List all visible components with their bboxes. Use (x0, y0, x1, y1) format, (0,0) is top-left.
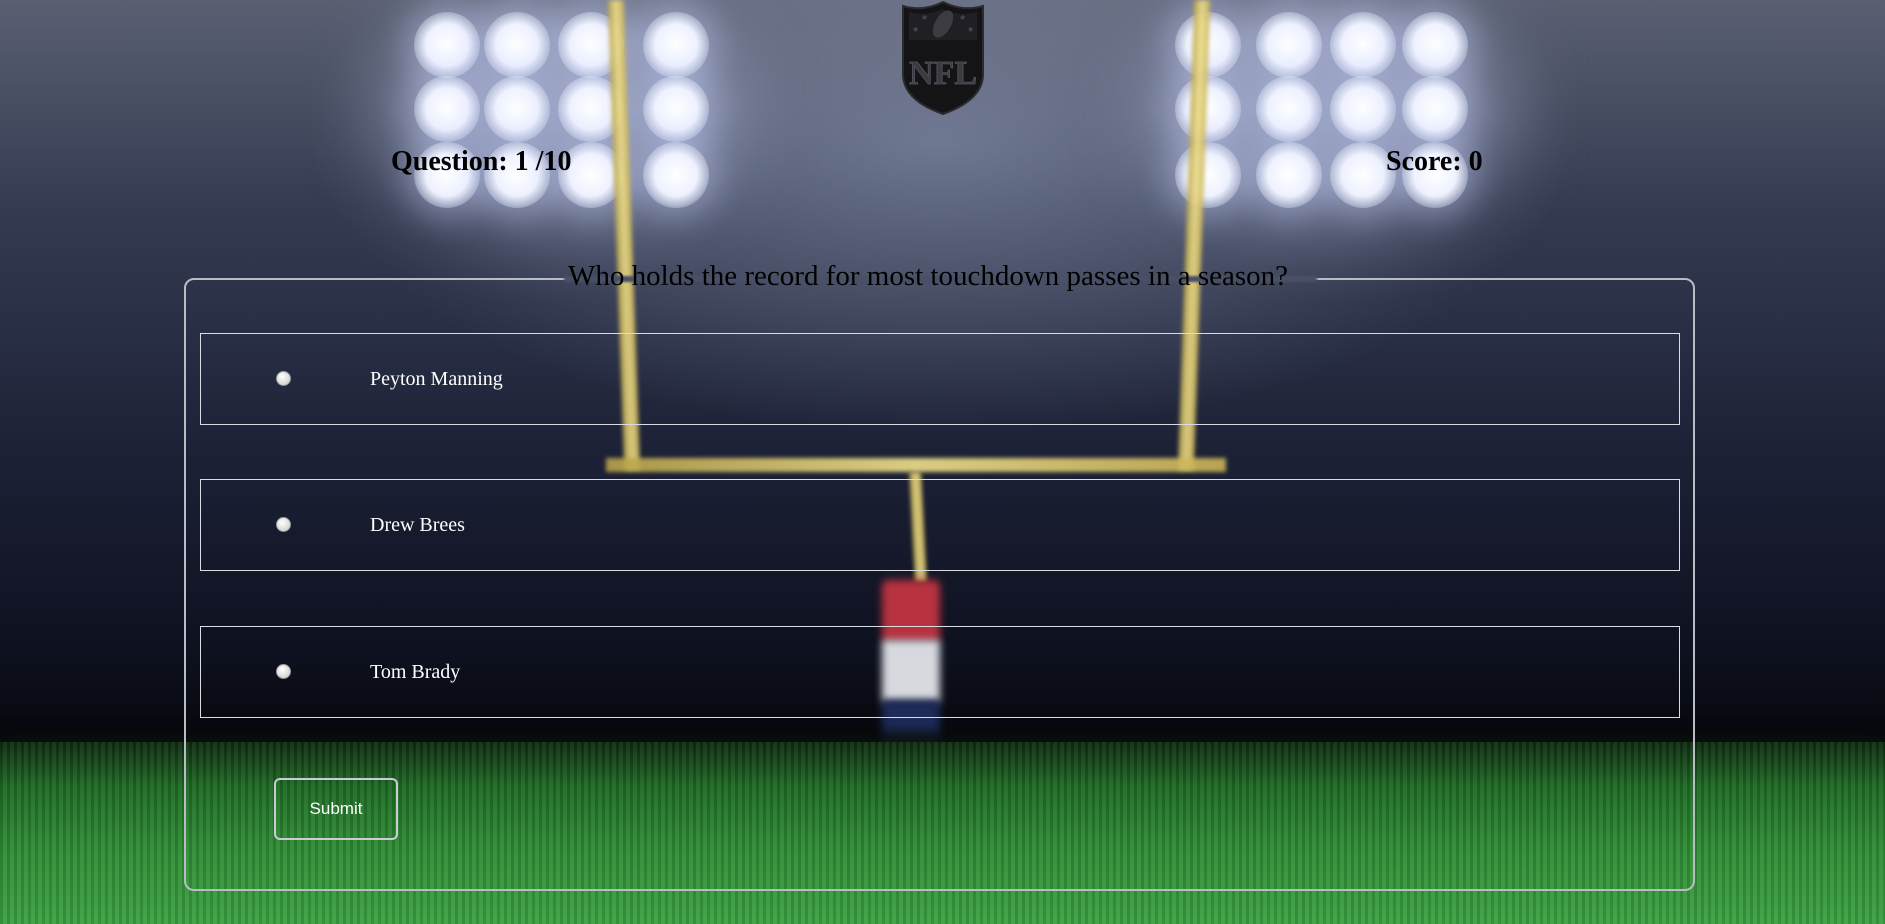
svg-text:★: ★ (921, 13, 928, 22)
answer-option-3[interactable]: Tom Brady (200, 626, 1680, 718)
question-counter: Question: 1 /10 (391, 146, 572, 177)
answer-option-1[interactable]: Peyton Manning (200, 333, 1680, 425)
svg-text:★: ★ (912, 25, 919, 34)
answer-label: Peyton Manning (370, 368, 503, 390)
answer-option-2[interactable]: Drew Brees (200, 479, 1680, 571)
nfl-logo-text: NFL (909, 55, 977, 92)
stadium-background: ★ ★ ★ ★ NFL Question: 1 /10 Score: 0 Who… (0, 0, 1885, 924)
radio-button[interactable] (276, 371, 291, 386)
score-display: Score: 0 (1386, 146, 1483, 177)
radio-button[interactable] (276, 664, 291, 679)
question-text: Who holds the record for most touchdown … (568, 260, 1289, 292)
submit-button[interactable]: Submit (274, 778, 398, 840)
radio-button[interactable] (276, 517, 291, 532)
svg-text:★: ★ (959, 13, 966, 22)
answer-label: Drew Brees (370, 514, 465, 536)
answer-label: Tom Brady (370, 661, 461, 683)
nfl-shield-icon: ★ ★ ★ ★ NFL (902, 0, 984, 116)
svg-text:★: ★ (967, 25, 974, 34)
